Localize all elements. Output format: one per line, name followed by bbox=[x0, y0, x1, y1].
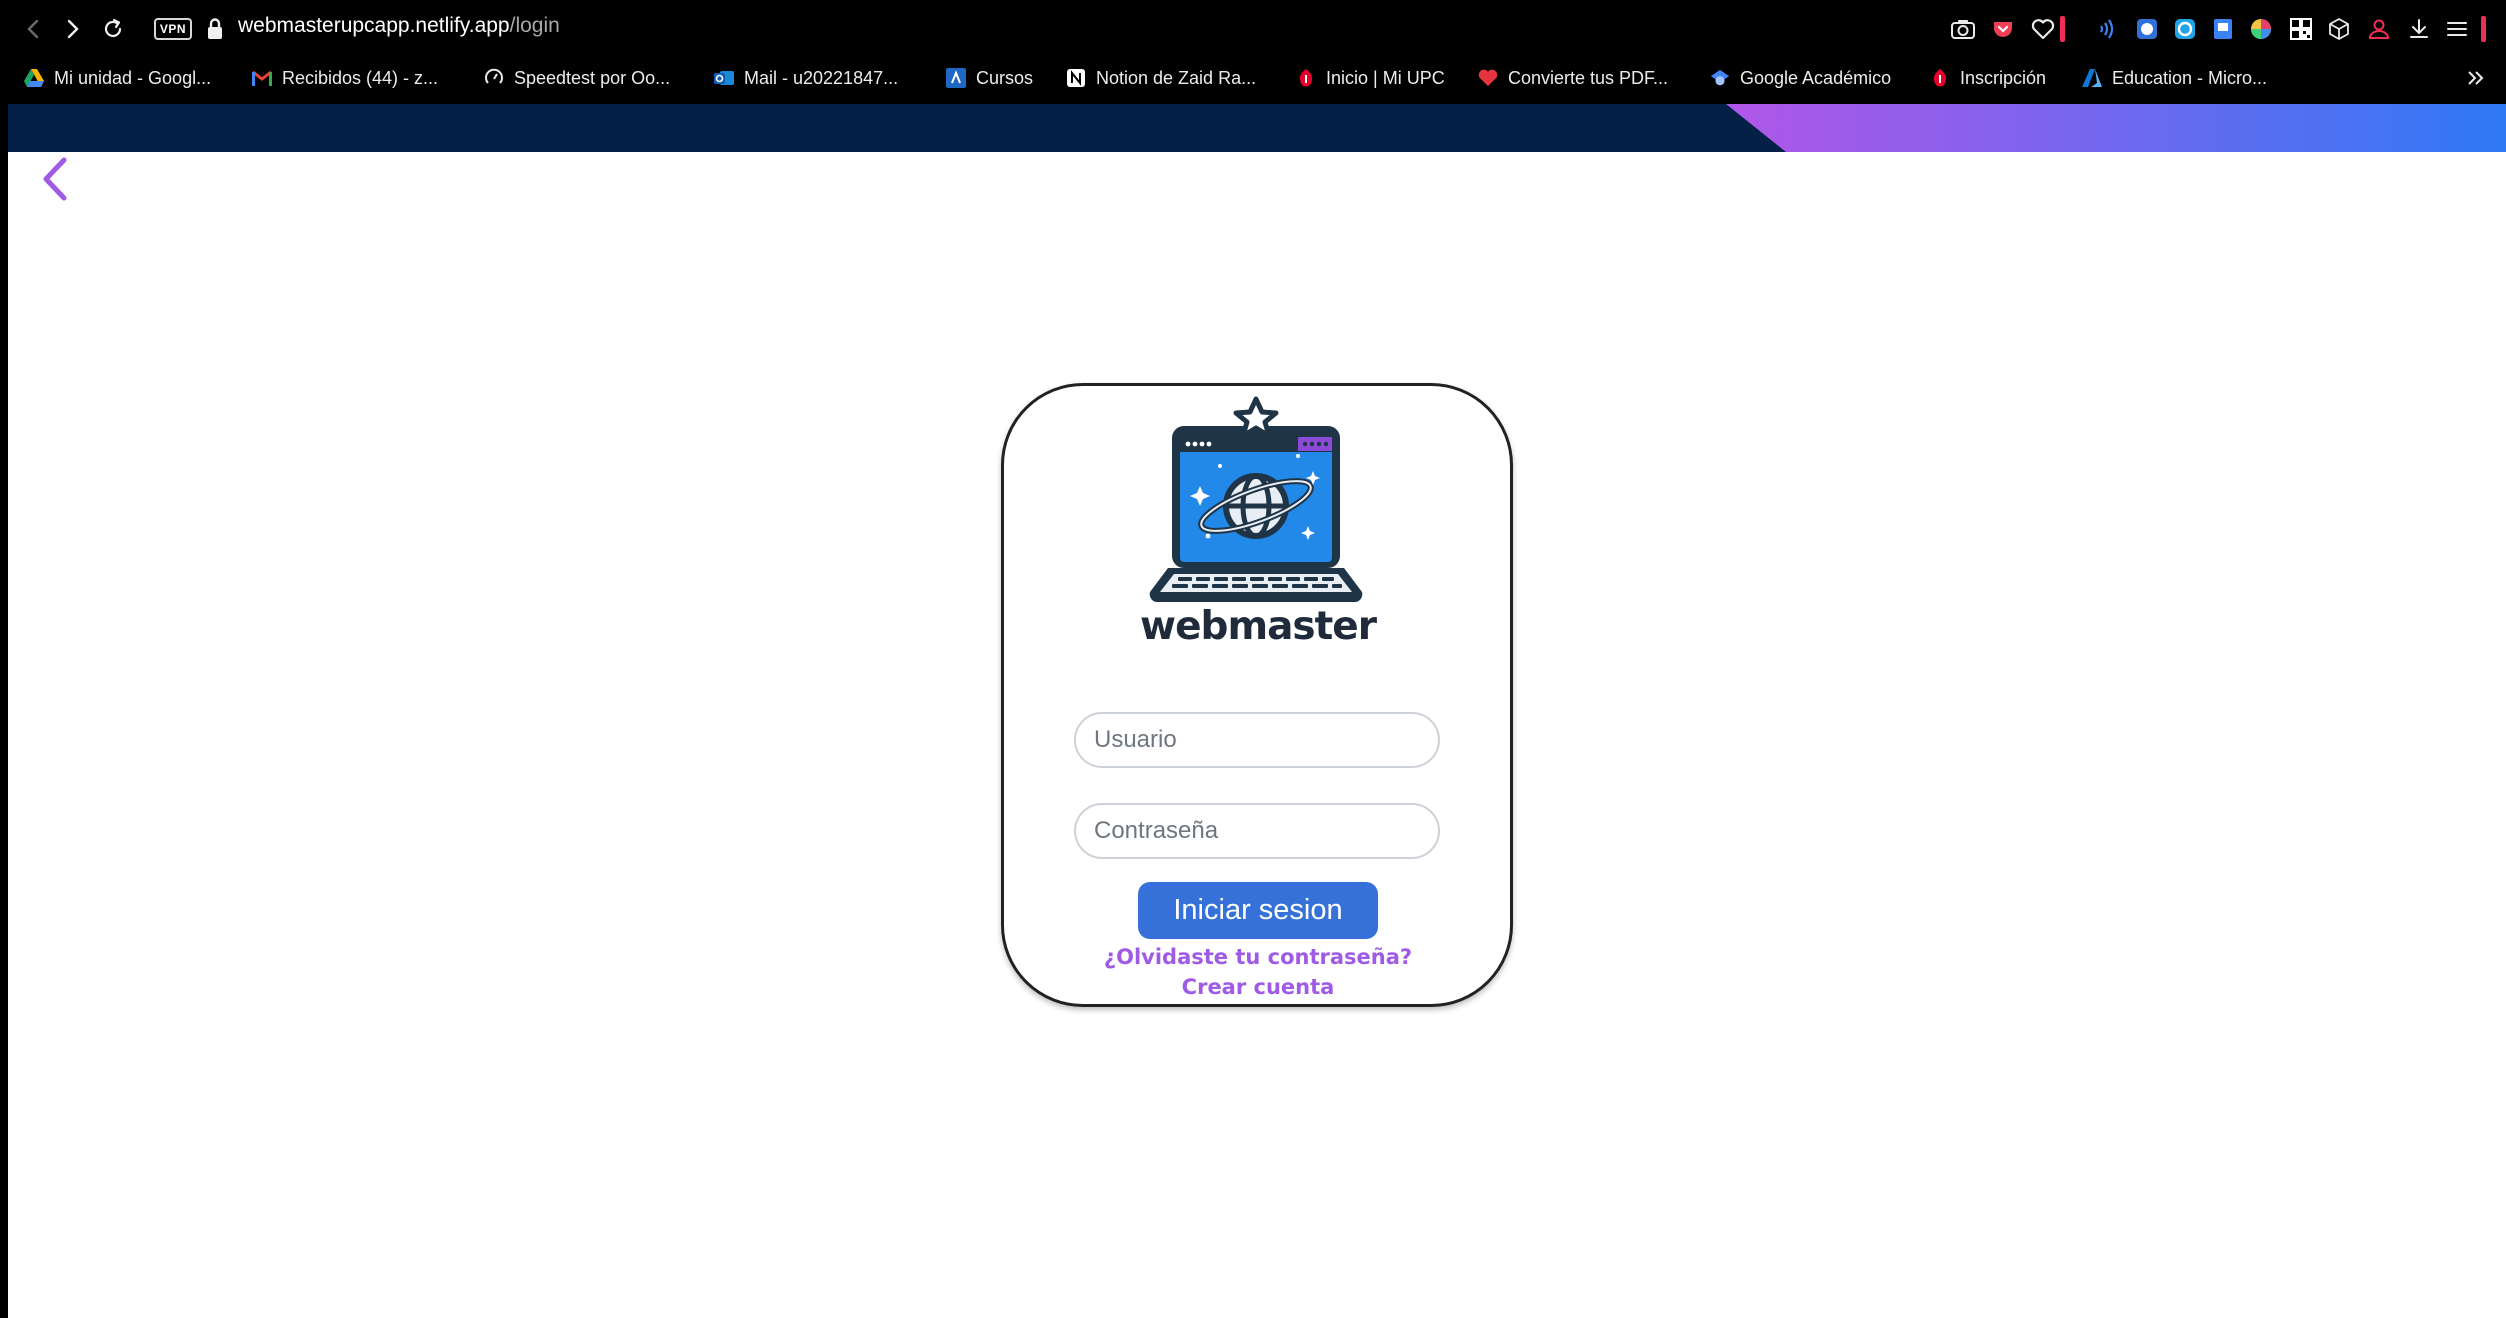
outlook-icon bbox=[714, 68, 734, 88]
bookmark-inscripcion[interactable]: Inscripción bbox=[1930, 60, 2046, 96]
create-account-link[interactable]: Crear cuenta bbox=[1000, 975, 1516, 999]
upc-icon bbox=[1296, 68, 1316, 88]
bookmarks-bar: Mi unidad - Googl... Recibidos (44) - z.… bbox=[0, 60, 2506, 96]
heart-icon[interactable] bbox=[2030, 16, 2056, 42]
cube-icon[interactable] bbox=[2326, 16, 2352, 42]
double-chevron-icon bbox=[2466, 68, 2486, 88]
username-input[interactable] bbox=[1074, 712, 1440, 768]
camera-icon[interactable] bbox=[1950, 16, 1976, 42]
bookmark-notion[interactable]: Notion de Zaid Ra... bbox=[1066, 60, 1256, 96]
chevron-right-icon bbox=[67, 19, 79, 39]
reader-icon[interactable] bbox=[2210, 16, 2236, 42]
download-icon[interactable] bbox=[2406, 16, 2432, 42]
notion-icon bbox=[1066, 68, 1086, 88]
vpn-badge[interactable]: VPN bbox=[154, 18, 192, 40]
profile-icon[interactable] bbox=[2366, 16, 2392, 42]
bookmark-mi-unidad[interactable]: Mi unidad - Googl... bbox=[24, 60, 211, 96]
forward-button[interactable] bbox=[56, 12, 90, 46]
google-scholar-icon bbox=[1710, 68, 1730, 88]
browser-chrome: VPN webmasterupcapp.netlify.app/login Mi… bbox=[0, 0, 2506, 104]
speedtest-icon bbox=[484, 68, 504, 88]
brand-name: webmaster bbox=[1140, 604, 1377, 649]
canvas-icon bbox=[946, 68, 966, 88]
red-divider-icon bbox=[2478, 16, 2488, 42]
lock-icon[interactable] bbox=[204, 16, 226, 42]
laptop-globe-star-icon bbox=[1148, 396, 1364, 604]
azure-icon bbox=[2082, 68, 2102, 88]
reload-button[interactable] bbox=[96, 12, 130, 46]
bookmark-mail[interactable]: Mail - u20221847... bbox=[714, 60, 898, 96]
address-bar: VPN webmasterupcapp.netlify.app/login bbox=[0, 0, 2506, 58]
url-field[interactable]: webmasterupcapp.netlify.app/login bbox=[238, 14, 560, 38]
forgot-password-link[interactable]: ¿Olvidaste tu contraseña? bbox=[1000, 945, 1516, 969]
sound-waves-icon[interactable] bbox=[2094, 16, 2120, 42]
extension-icon[interactable] bbox=[2134, 16, 2160, 42]
reload-icon bbox=[104, 18, 122, 38]
back-arrow-icon[interactable] bbox=[36, 152, 74, 206]
red-divider-icon bbox=[2058, 16, 2066, 42]
pocket-icon[interactable] bbox=[1990, 16, 2016, 42]
color-ring-icon[interactable] bbox=[2172, 16, 2198, 42]
google-drive-icon bbox=[24, 68, 44, 88]
qr-code-icon[interactable] bbox=[2288, 16, 2314, 42]
bookmark-cursos[interactable]: Cursos bbox=[946, 60, 1033, 96]
gmail-icon bbox=[252, 68, 272, 88]
menu-icon[interactable] bbox=[2444, 16, 2470, 42]
back-button[interactable] bbox=[16, 12, 50, 46]
site-header bbox=[8, 104, 2506, 152]
bookmark-education[interactable]: Education - Micro... bbox=[2082, 60, 2267, 96]
password-input[interactable] bbox=[1074, 803, 1440, 859]
bookmark-mi-upc[interactable]: Inicio | Mi UPC bbox=[1296, 60, 1445, 96]
upc-icon bbox=[1930, 68, 1950, 88]
login-button[interactable]: Iniciar sesion bbox=[1138, 882, 1378, 939]
url-host: webmasterupcapp.netlify.app bbox=[238, 14, 510, 37]
chevron-left-icon bbox=[27, 19, 39, 39]
bookmark-recibidos[interactable]: Recibidos (44) - z... bbox=[252, 60, 438, 96]
header-gradient-shape bbox=[1726, 104, 2506, 152]
window-border bbox=[0, 104, 8, 1318]
url-path: /login bbox=[509, 14, 560, 37]
bookmark-speedtest[interactable]: Speedtest por Oo... bbox=[484, 60, 670, 96]
bookmark-pdf[interactable]: Convierte tus PDF... bbox=[1478, 60, 1668, 96]
more-bookmarks-button[interactable] bbox=[2466, 60, 2496, 96]
bookmark-google-academico[interactable]: Google Académico bbox=[1710, 60, 1891, 96]
color-picker-icon[interactable] bbox=[2248, 16, 2274, 42]
heart-pdf-icon bbox=[1478, 68, 1498, 88]
